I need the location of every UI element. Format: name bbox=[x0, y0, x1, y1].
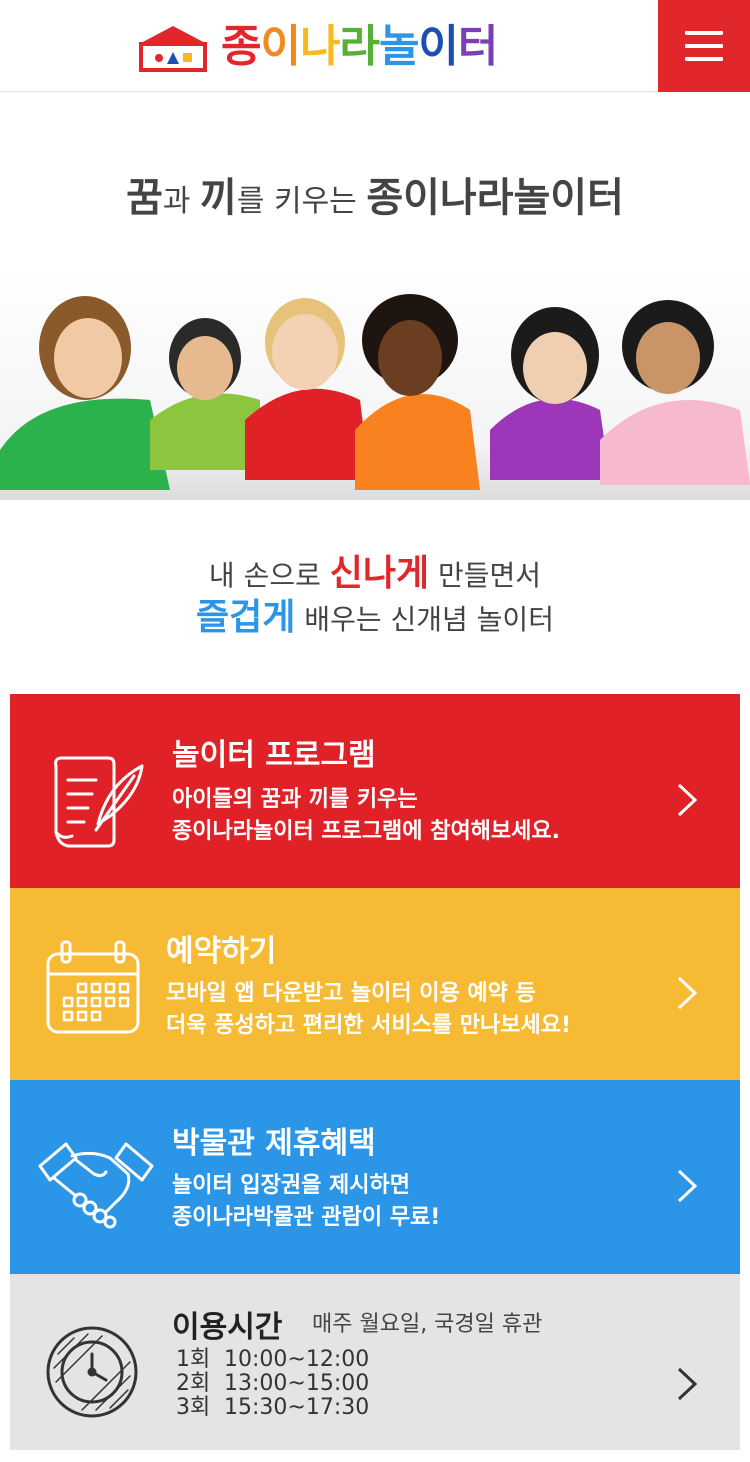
logo-char-4: 라 bbox=[339, 21, 379, 72]
session-row: 1회 10:00~12:00 bbox=[176, 1348, 369, 1372]
reservation-desc-line-2: 더욱 풍성하고 편리한 서비스를 만나보세요! bbox=[166, 1013, 571, 1038]
program-title: 놀이터 프로그램 bbox=[172, 738, 376, 773]
menu-button[interactable] bbox=[658, 0, 750, 92]
session-schedule: 1회 10:00~12:00 2회 13:00~15:00 3회 15:30~17:3… bbox=[176, 1348, 369, 1420]
session-row: 3회 15:30~17:30 bbox=[176, 1396, 369, 1420]
museum-desc-line-1: 놀이터 입장권을 제시하면 bbox=[172, 1173, 410, 1198]
program-desc-line-2: 종이나라놀이터 프로그램에 참여해보세요. bbox=[172, 819, 560, 844]
hamburger-icon-bar bbox=[685, 57, 723, 61]
logo-house-icon bbox=[139, 26, 207, 72]
session-time: 13:00~15:00 bbox=[224, 1371, 370, 1396]
slogan-text: 내 손으로 bbox=[208, 559, 330, 592]
logo-char-1: 종 bbox=[221, 21, 261, 72]
slogan-highlight-fun: 즐겁게 bbox=[196, 597, 296, 638]
reservation-desc-line-1: 모바일 앱 다운받고 놀이터 이용 예약 등 bbox=[166, 981, 536, 1006]
hero-brand: 종이나라놀이터 bbox=[366, 175, 624, 221]
logo-char-2: 이 bbox=[260, 21, 300, 72]
hero-text: 과 bbox=[162, 184, 201, 219]
slogan: 내 손으로 신나게 만들면서 즐겁게 배우는 신개념 놀이터 bbox=[0, 554, 750, 638]
session-time: 15:30~17:30 bbox=[224, 1395, 370, 1420]
museum-desc-line-2: 종이나라박물관 관람이 무료! bbox=[172, 1205, 441, 1230]
reservation-title: 예약하기 bbox=[166, 934, 277, 969]
chevron-right-icon bbox=[677, 1367, 698, 1401]
closed-days-notice: 매주 월요일, 국경일 휴관 bbox=[312, 1312, 543, 1337]
chevron-right-icon bbox=[677, 783, 698, 817]
session-number: 2회 bbox=[176, 1371, 211, 1396]
chevron-right-icon bbox=[677, 1169, 698, 1203]
logo-char-3: 나 bbox=[299, 21, 340, 72]
hours-title: 이용시간 bbox=[172, 1310, 283, 1345]
handshake-icon bbox=[38, 1142, 154, 1229]
logo-char-7: 터 bbox=[457, 21, 498, 72]
session-number: 3회 bbox=[176, 1395, 211, 1420]
hero-text: 를 키우는 bbox=[236, 184, 367, 219]
hero-word-dream: 꿈 bbox=[126, 175, 163, 221]
slogan-text: 만들면서 bbox=[429, 559, 542, 592]
paper-quill-icon bbox=[54, 756, 144, 848]
opening-hours-card[interactable]: 이용시간 매주 월요일, 국경일 휴관 1회 10:00~12:00 2회 13:0… bbox=[10, 1274, 740, 1450]
hero-title: 꿈과 끼를 키우는 종이나라놀이터 bbox=[0, 165, 750, 223]
logo[interactable]: 종 이 나 라 놀 이 터 bbox=[135, 20, 498, 74]
logo-text: 종 이 나 라 놀 이 터 bbox=[221, 21, 498, 72]
session-time: 10:00~12:00 bbox=[224, 1347, 370, 1372]
hamburger-icon bbox=[685, 31, 723, 35]
program-card[interactable]: 놀이터 프로그램 아이들의 꿈과 끼를 키우는 종이나라놀이터 프로그램에 참여… bbox=[10, 694, 740, 888]
logo-char-6: 이 bbox=[418, 21, 458, 72]
site-header: 종 이 나 라 놀 이 터 bbox=[0, 0, 750, 92]
slogan-text: 배우는 신개념 놀이터 bbox=[295, 603, 554, 636]
logo-char-5: 놀 bbox=[378, 21, 419, 72]
hamburger-icon-bar bbox=[685, 44, 723, 48]
session-row: 2회 13:00~15:00 bbox=[176, 1372, 369, 1396]
reservation-card[interactable]: 예약하기 모바일 앱 다운받고 놀이터 이용 예약 등 더욱 풍성하고 편리한 … bbox=[10, 888, 740, 1080]
calendar-icon bbox=[46, 940, 140, 1034]
program-desc-line-1: 아이들의 꿈과 끼를 키우는 bbox=[172, 787, 418, 812]
hero-word-talent: 끼 bbox=[200, 175, 237, 221]
museum-benefit-card[interactable]: 박물관 제휴혜택 놀이터 입장권을 제시하면 종이나라박물관 관람이 무료! bbox=[10, 1080, 740, 1274]
museum-title: 박물관 제휴혜택 bbox=[172, 1126, 376, 1161]
clock-icon bbox=[46, 1326, 138, 1418]
slogan-line-2: 즐겁게 배우는 신개념 놀이터 bbox=[0, 598, 750, 638]
session-number: 1회 bbox=[176, 1347, 211, 1372]
chevron-right-icon bbox=[677, 976, 698, 1010]
slogan-line-1: 내 손으로 신나게 만들면서 bbox=[0, 554, 750, 594]
hero-children-image bbox=[0, 270, 750, 500]
slogan-highlight-exciting: 신나게 bbox=[329, 553, 430, 594]
